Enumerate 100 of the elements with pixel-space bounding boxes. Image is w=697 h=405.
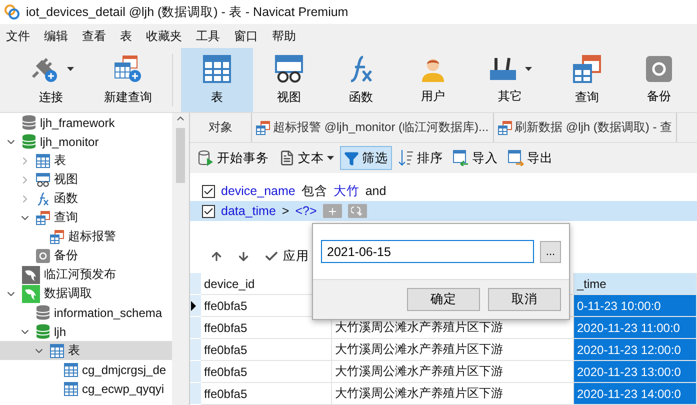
move-up-icon[interactable]: [210, 250, 223, 262]
tree-item[interactable]: ljh_framework: [0, 113, 172, 132]
ok-button[interactable]: 确定: [407, 288, 480, 311]
menu-item[interactable]: 编辑: [42, 28, 80, 44]
toolbar-button[interactable]: 文本: [275, 146, 338, 170]
tree-item[interactable]: cg_ecwp_qyqyi: [0, 379, 172, 398]
database-icon: [36, 305, 50, 320]
menu-item[interactable]: 工具: [194, 28, 232, 44]
checkbox[interactable]: [202, 204, 215, 218]
menu-item[interactable]: 窗口: [232, 28, 270, 44]
tab[interactable]: 对象: [190, 113, 252, 142]
table-cell: 2020-11-23 13:00:0: [574, 361, 697, 383]
column-header[interactable]: _time: [574, 273, 697, 295]
filter-operator[interactable]: 包含: [301, 182, 328, 200]
tab[interactable]: 超标报警 @ljh_monitor (临江河数据库)...: [252, 113, 494, 142]
toolbar-button[interactable]: 新建查询: [92, 48, 164, 112]
table-cell: 大竹溪周公滩水产养殖片区下游: [332, 361, 574, 383]
table-cell: 大竹溪周公滩水产养殖片区下游: [332, 339, 574, 361]
toolbar-button[interactable]: 筛选: [340, 146, 392, 170]
glasses-table-icon: [275, 54, 303, 82]
tree-item[interactable]: 临江河预发布: [0, 265, 172, 284]
toolbar-button[interactable]: 备份: [623, 48, 695, 112]
table-cell: ffe0bfa5: [201, 361, 332, 383]
table-grid-icon: [498, 120, 512, 134]
toolbar-button[interactable]: 开始事务: [194, 146, 273, 170]
filter-icon: [344, 150, 359, 166]
date-input-field[interactable]: 2021-06-15: [321, 240, 534, 263]
table-cell: 2020-11-23 14:00:0: [574, 383, 697, 405]
toolbar-button[interactable]: 连接: [10, 48, 92, 112]
cancel-button[interactable]: 取消: [488, 288, 561, 311]
dropdown-caret-icon[interactable]: [66, 66, 74, 70]
scrollbar[interactable]: [172, 113, 189, 405]
menu-item[interactable]: 收藏夹: [144, 28, 194, 44]
tree-item[interactable]: 表: [0, 151, 172, 170]
scrollbar-thumb[interactable]: [176, 128, 185, 183]
tree-item[interactable]: 超标报警: [0, 227, 172, 246]
filter-operator[interactable]: >: [282, 204, 290, 218]
table-grid-icon: [50, 230, 64, 244]
move-down-icon[interactable]: [237, 250, 250, 262]
dolphin-icon: [22, 266, 40, 284]
table-cell: 2020-11-23 12:00:0: [574, 339, 697, 361]
tree-item[interactable]: 查询: [0, 208, 172, 227]
filter-field[interactable]: data_time: [221, 204, 276, 218]
tree-item[interactable]: ljh: [0, 322, 172, 341]
tree-item[interactable]: 视图: [0, 170, 172, 189]
window-title: iot_devices_detail @ljh (数据调取) - 表 - Navicat Premium: [26, 4, 348, 20]
tree-item[interactable]: 备份: [0, 246, 172, 265]
filter-conjunction[interactable]: and: [365, 184, 386, 198]
backup-icon: [646, 56, 672, 82]
table-cell: 大竹溪周公滩水产养殖片区下游: [332, 383, 574, 405]
table-icon: [36, 154, 50, 168]
toolbar-button[interactable]: 视图: [253, 48, 325, 112]
menu-item[interactable]: 帮助: [270, 28, 308, 44]
database-icon: [22, 134, 36, 149]
browse-button[interactable]: ...: [540, 240, 561, 262]
toolbar-button[interactable]: 导出: [504, 146, 557, 170]
database-icon: [36, 324, 50, 339]
table-cell: ffe0bfa5: [201, 317, 332, 339]
filter-row[interactable]: data_time > <?>: [190, 201, 697, 221]
menu-item[interactable]: 表: [118, 28, 144, 44]
menu-item[interactable]: 文件: [4, 28, 42, 44]
tree-item[interactable]: 函数: [0, 189, 172, 208]
tree-item[interactable]: cg_dmjcrgsj_de: [0, 360, 172, 379]
filter-value[interactable]: <?>: [295, 204, 317, 218]
table-export-icon: [508, 150, 524, 166]
filter-field[interactable]: device_name: [221, 184, 296, 198]
toolbar-button[interactable]: 其它: [469, 48, 551, 112]
apply-button[interactable]: 应用: [264, 248, 309, 264]
checkbox[interactable]: [202, 184, 215, 198]
tab[interactable]: 刷新数据 @ljh (数据调取) - 查: [494, 113, 678, 142]
table-icon: [64, 362, 78, 376]
group-plus-icon: [351, 206, 364, 216]
toolbar-button[interactable]: 用户: [397, 48, 469, 112]
tree-item[interactable]: 数据调取: [0, 284, 172, 303]
glasses-table-icon: [36, 172, 50, 186]
table-cell: ffe0bfa5: [201, 383, 332, 405]
dolphin-icon: [22, 284, 40, 302]
toolbar-button[interactable]: 表: [181, 48, 253, 112]
filter-value[interactable]: 大竹: [333, 182, 360, 200]
dropdown-caret-icon[interactable]: [327, 156, 334, 160]
dropdown-caret-icon[interactable]: [524, 66, 532, 70]
toolbar-button[interactable]: 函数: [325, 48, 397, 112]
menu-item[interactable]: 查看: [80, 28, 118, 44]
toolbar-button[interactable]: 导入: [449, 146, 502, 170]
filter-row[interactable]: device_name 包含 大竹 and: [190, 181, 697, 201]
tree-item[interactable]: ljh_monitor: [0, 132, 172, 151]
tree-item[interactable]: information_schema: [0, 303, 172, 322]
table-icon: [50, 344, 64, 358]
table-grid-icon: [573, 54, 601, 82]
table-cell: 2020-11-23 11:00:0: [574, 317, 697, 339]
sort-icon: [398, 149, 414, 167]
plus-icon: [326, 206, 338, 216]
row-indicator[interactable]: [190, 295, 201, 317]
toolbar-button[interactable]: 排序: [394, 146, 447, 170]
table-cell: 0-11-23 10:00:0: [574, 295, 697, 317]
backup-icon: [36, 248, 50, 262]
database-play-icon: [198, 150, 214, 166]
function-icon: [36, 192, 50, 206]
toolbar-button[interactable]: 查询: [551, 48, 623, 112]
tree-item[interactable]: 表: [0, 341, 172, 360]
